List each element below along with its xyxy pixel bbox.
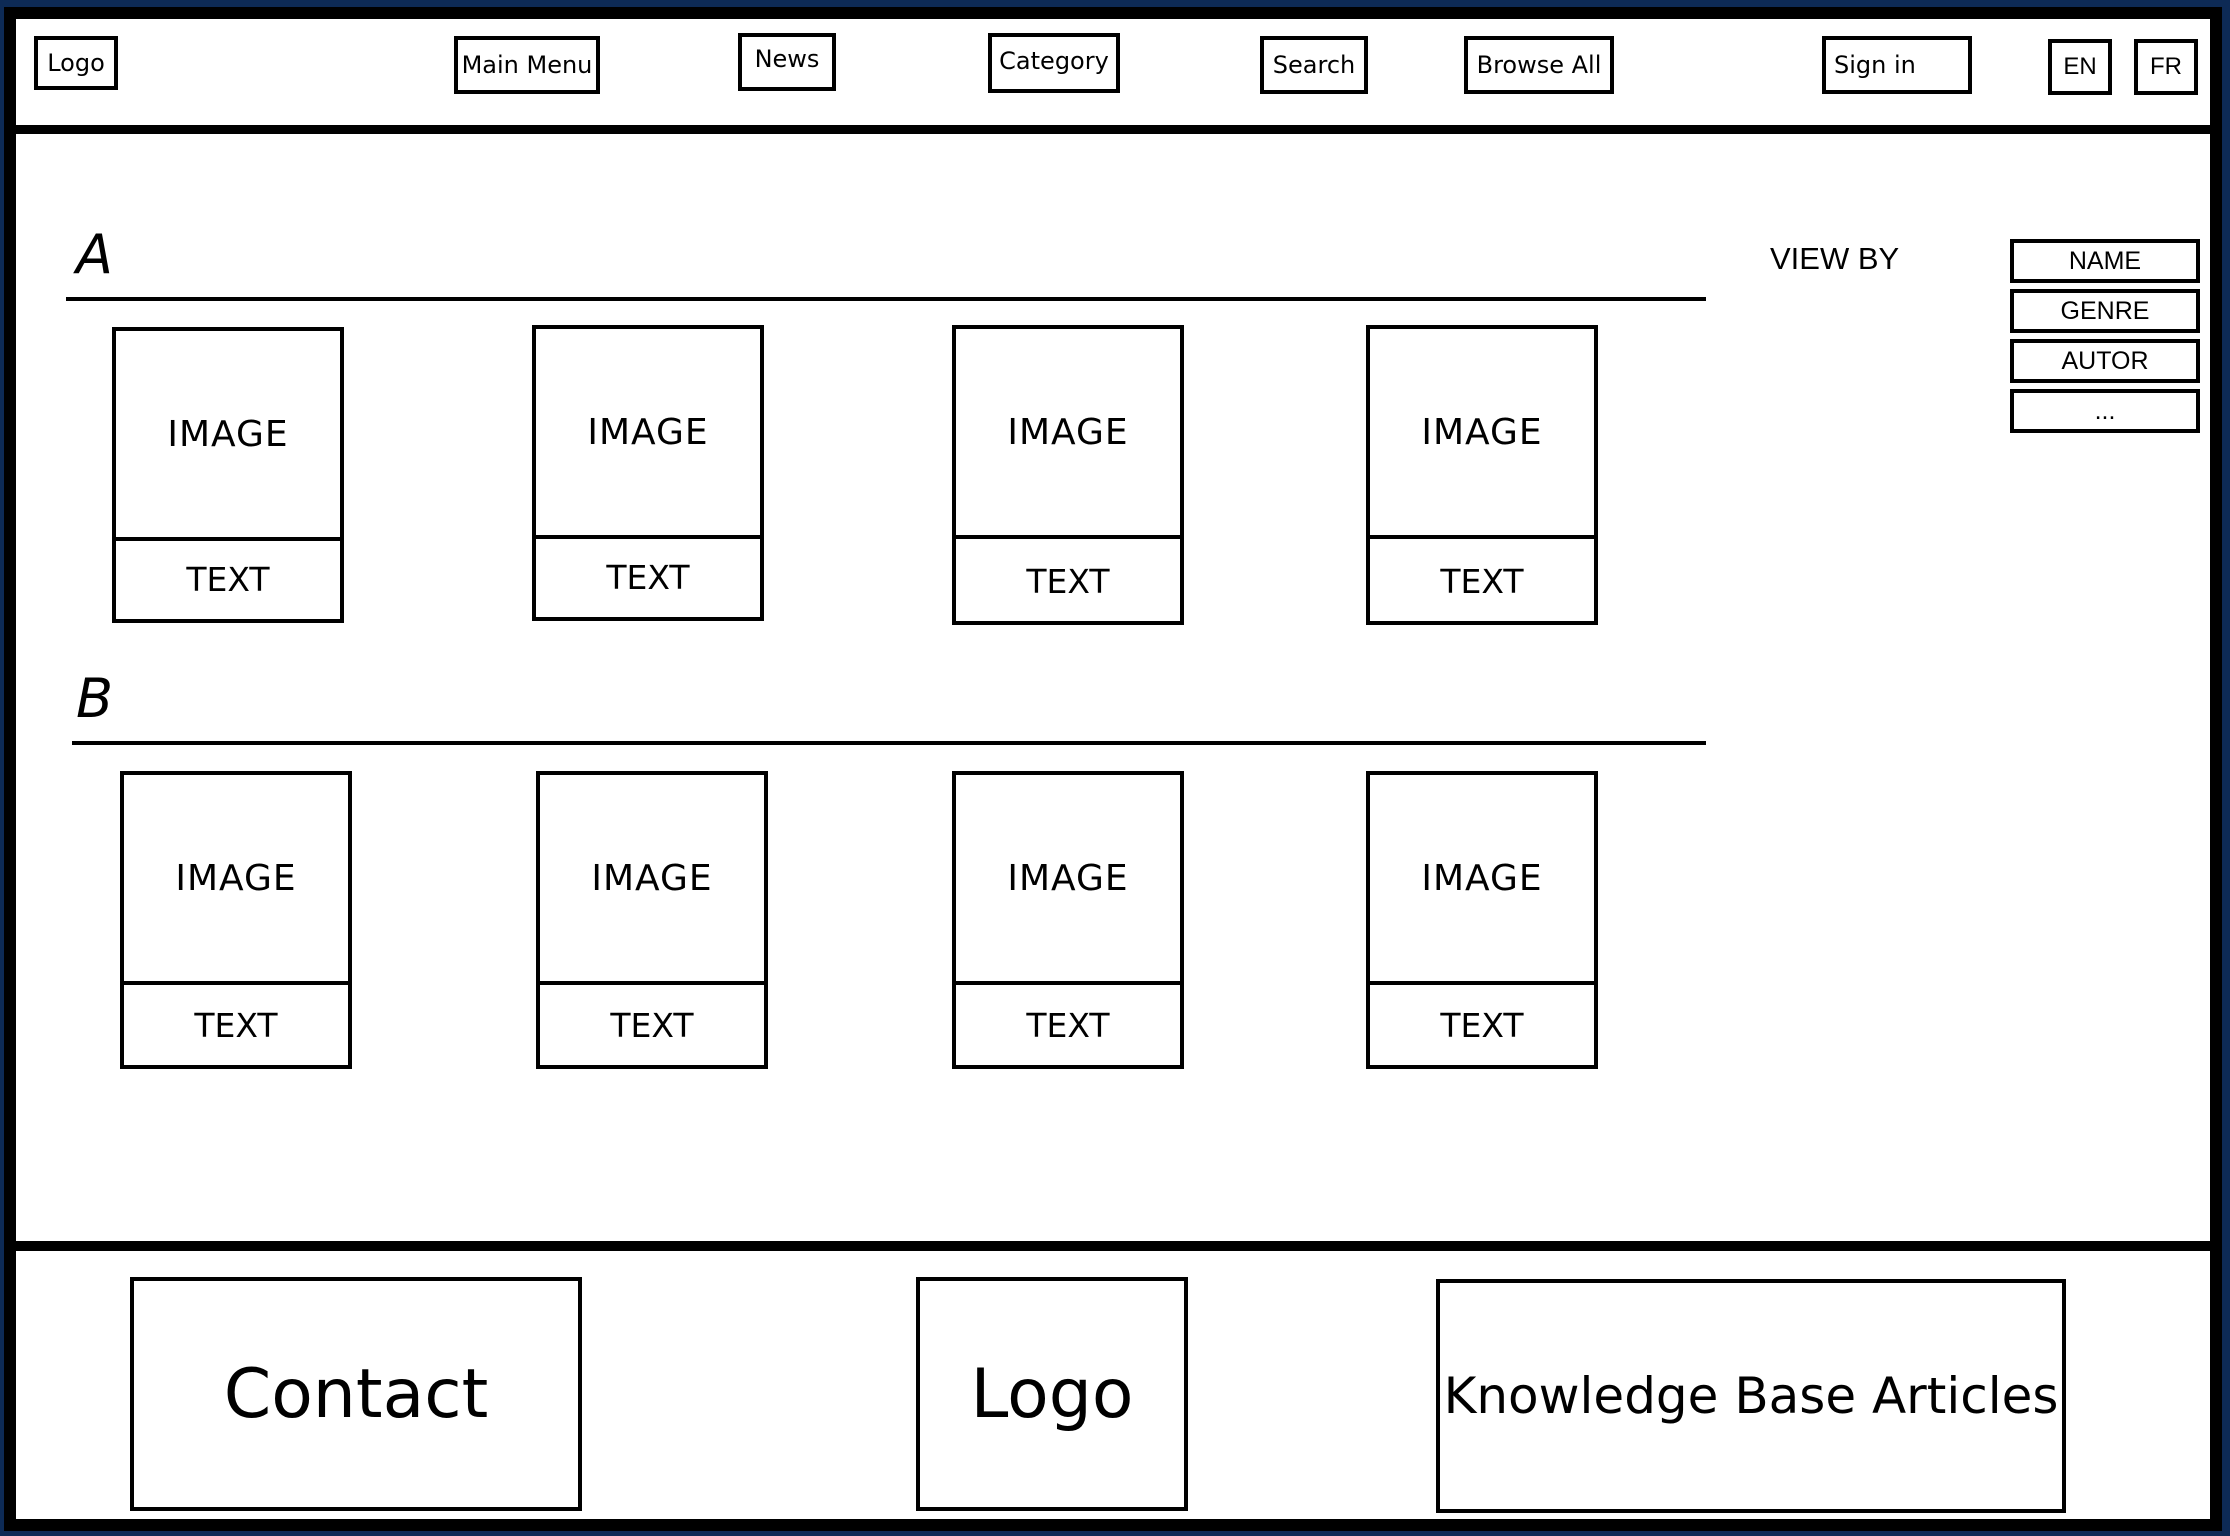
- lang-fr-button[interactable]: FR: [2134, 39, 2198, 95]
- section-b-heading: B: [76, 667, 114, 730]
- section-b-card-4[interactable]: IMAGE TEXT: [1366, 771, 1598, 1069]
- section-b-card-2[interactable]: IMAGE TEXT: [536, 771, 768, 1069]
- section-a-card-1[interactable]: IMAGE TEXT: [112, 327, 344, 623]
- section-a-card-2[interactable]: IMAGE TEXT: [532, 325, 764, 621]
- view-by-more-button[interactable]: ...: [2010, 389, 2200, 433]
- category-button[interactable]: Category: [988, 33, 1120, 93]
- lang-en-button[interactable]: EN: [2048, 39, 2112, 95]
- news-button[interactable]: News: [738, 33, 836, 91]
- contact-link[interactable]: Contact: [130, 1277, 582, 1511]
- section-b-card-1[interactable]: IMAGE TEXT: [120, 771, 352, 1069]
- card-image: IMAGE: [536, 329, 760, 539]
- view-by-genre-button[interactable]: GENRE: [2010, 289, 2200, 333]
- section-a-card-4[interactable]: IMAGE TEXT: [1366, 325, 1598, 625]
- section-a-heading: A: [76, 223, 113, 286]
- knowledge-base-link[interactable]: Knowledge Base Articles: [1436, 1279, 2066, 1513]
- card-image: IMAGE: [116, 331, 340, 541]
- card-text: TEXT: [1440, 561, 1524, 601]
- search-button[interactable]: Search: [1260, 36, 1368, 94]
- card-image: IMAGE: [124, 775, 348, 985]
- header-divider: [16, 125, 2210, 134]
- section-a-divider: [66, 297, 1706, 301]
- card-image: IMAGE: [956, 329, 1180, 539]
- footer-divider: [16, 1241, 2210, 1251]
- card-text: TEXT: [1026, 561, 1110, 601]
- section-b-divider: [72, 741, 1706, 745]
- card-text: TEXT: [606, 557, 690, 597]
- logo-button[interactable]: Logo: [34, 36, 118, 90]
- footer-logo: Logo: [916, 1277, 1188, 1511]
- card-text: TEXT: [1440, 1005, 1524, 1045]
- main-menu-button[interactable]: Main Menu: [454, 36, 600, 94]
- section-b-card-3[interactable]: IMAGE TEXT: [952, 771, 1184, 1069]
- view-by-autor-button[interactable]: AUTOR: [2010, 339, 2200, 383]
- sign-in-button[interactable]: Sign in: [1822, 36, 1972, 94]
- browse-all-button[interactable]: Browse All: [1464, 36, 1614, 94]
- card-text: TEXT: [194, 1005, 278, 1045]
- card-text: TEXT: [610, 1005, 694, 1045]
- card-image: IMAGE: [1370, 775, 1594, 985]
- card-text: TEXT: [186, 559, 270, 599]
- section-a-card-3[interactable]: IMAGE TEXT: [952, 325, 1184, 625]
- view-by-name-button[interactable]: NAME: [2010, 239, 2200, 283]
- card-image: IMAGE: [956, 775, 1180, 985]
- card-image: IMAGE: [1370, 329, 1594, 539]
- card-text: TEXT: [1026, 1005, 1110, 1045]
- view-by-label: VIEW BY: [1770, 241, 1900, 276]
- page-frame: Logo Main Menu News Category Search Brow…: [4, 7, 2222, 1531]
- card-image: IMAGE: [540, 775, 764, 985]
